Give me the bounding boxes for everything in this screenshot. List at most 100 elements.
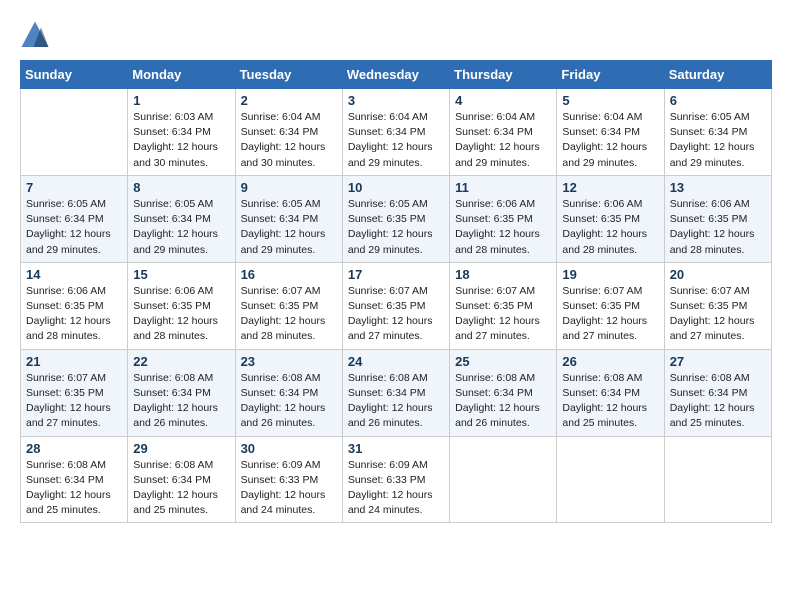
day-number: 31: [348, 441, 444, 456]
day-cell: 22 Sunrise: 6:08 AM Sunset: 6:34 PM Dayli…: [128, 349, 235, 436]
day-number: 9: [241, 180, 337, 195]
day-cell: 28Sunrise: 6:08 AM Sunset: 6:34 PM Dayli…: [21, 436, 128, 523]
day-info: Sunrise: 6:06 AM Sunset: 6:35 PM Dayligh…: [670, 197, 766, 258]
day-info: Sunrise: 6:08 AM Sunset: 6:34 PM Dayligh…: [670, 371, 766, 432]
day-cell: 9 Sunrise: 6:05 AM Sunset: 6:34 PM Daylig…: [235, 175, 342, 262]
day-cell: [664, 436, 771, 523]
day-cell: 15 Sunrise: 6:06 AM Sunset: 6:35 PM Dayli…: [128, 262, 235, 349]
day-number: 15: [133, 267, 229, 282]
day-number: 4: [455, 93, 551, 108]
day-cell: 2Sunrise: 6:04 AM Sunset: 6:34 PM Daylig…: [235, 89, 342, 176]
day-number: 13: [670, 180, 766, 195]
day-cell: [557, 436, 664, 523]
day-cell: 12 Sunrise: 6:06 AM Sunset: 6:35 PM Dayli…: [557, 175, 664, 262]
day-number: 20: [670, 267, 766, 282]
logo: [20, 20, 54, 50]
header-cell-wednesday: Wednesday: [342, 61, 449, 89]
day-cell: 17 Sunrise: 6:07 AM Sunset: 6:35 PM Dayli…: [342, 262, 449, 349]
page-header: [20, 20, 772, 50]
day-cell: 31 Sunrise: 6:09 AM Sunset: 6:33 PM Dayli…: [342, 436, 449, 523]
day-info: Sunrise: 6:05 AM Sunset: 6:34 PM Dayligh…: [670, 110, 766, 171]
day-number: 29: [133, 441, 229, 456]
day-cell: 4 Sunrise: 6:04 AM Sunset: 6:34 PM Daylig…: [450, 89, 557, 176]
day-cell: 25 Sunrise: 6:08 AM Sunset: 6:34 PM Dayli…: [450, 349, 557, 436]
day-info: Sunrise: 6:08 AM Sunset: 6:34 PM Dayligh…: [455, 371, 551, 432]
day-cell: 18 Sunrise: 6:07 AM Sunset: 6:35 PM Dayli…: [450, 262, 557, 349]
day-info: Sunrise: 6:05 AM Sunset: 6:34 PM Dayligh…: [241, 197, 337, 258]
day-cell: 5 Sunrise: 6:04 AM Sunset: 6:34 PM Daylig…: [557, 89, 664, 176]
header-cell-thursday: Thursday: [450, 61, 557, 89]
calendar-header: SundayMondayTuesdayWednesdayThursdayFrid…: [21, 61, 772, 89]
day-number: 26: [562, 354, 658, 369]
day-number: 2: [241, 93, 337, 108]
day-info: Sunrise: 6:04 AM Sunset: 6:34 PM Dayligh…: [562, 110, 658, 171]
day-info: Sunrise: 6:04 AM Sunset: 6:34 PM Dayligh…: [348, 110, 444, 171]
day-info: Sunrise: 6:07 AM Sunset: 6:35 PM Dayligh…: [26, 371, 122, 432]
day-number: 12: [562, 180, 658, 195]
week-row-3: 14 Sunrise: 6:06 AM Sunset: 6:35 PM Dayli…: [21, 262, 772, 349]
day-cell: 1 Sunrise: 6:03 AM Sunset: 6:34 PM Daylig…: [128, 89, 235, 176]
day-info: Sunrise: 6:03 AM Sunset: 6:34 PM Dayligh…: [133, 110, 229, 171]
day-info: Sunrise: 6:05 AM Sunset: 6:34 PM Dayligh…: [26, 197, 122, 258]
day-number: 17: [348, 267, 444, 282]
day-info: Sunrise: 6:07 AM Sunset: 6:35 PM Dayligh…: [348, 284, 444, 345]
day-cell: 7Sunrise: 6:05 AM Sunset: 6:34 PM Daylig…: [21, 175, 128, 262]
day-info: Sunrise: 6:05 AM Sunset: 6:35 PM Dayligh…: [348, 197, 444, 258]
day-cell: 30 Sunrise: 6:09 AM Sunset: 6:33 PM Dayli…: [235, 436, 342, 523]
header-cell-monday: Monday: [128, 61, 235, 89]
day-number: 1: [133, 93, 229, 108]
calendar-body: 1 Sunrise: 6:03 AM Sunset: 6:34 PM Daylig…: [21, 89, 772, 523]
day-number: 19: [562, 267, 658, 282]
day-cell: 29 Sunrise: 6:08 AM Sunset: 6:34 PM Dayli…: [128, 436, 235, 523]
day-number: 27: [670, 354, 766, 369]
day-number: 25: [455, 354, 551, 369]
day-cell: 24Sunrise: 6:08 AM Sunset: 6:34 PM Dayli…: [342, 349, 449, 436]
day-info: Sunrise: 6:04 AM Sunset: 6:34 PM Dayligh…: [455, 110, 551, 171]
day-number: 30: [241, 441, 337, 456]
day-info: Sunrise: 6:07 AM Sunset: 6:35 PM Dayligh…: [455, 284, 551, 345]
day-number: 10: [348, 180, 444, 195]
day-cell: [450, 436, 557, 523]
day-info: Sunrise: 6:08 AM Sunset: 6:34 PM Dayligh…: [241, 371, 337, 432]
week-row-5: 28Sunrise: 6:08 AM Sunset: 6:34 PM Dayli…: [21, 436, 772, 523]
day-number: 22: [133, 354, 229, 369]
header-row: SundayMondayTuesdayWednesdayThursdayFrid…: [21, 61, 772, 89]
day-info: Sunrise: 6:06 AM Sunset: 6:35 PM Dayligh…: [455, 197, 551, 258]
day-number: 18: [455, 267, 551, 282]
day-info: Sunrise: 6:06 AM Sunset: 6:35 PM Dayligh…: [562, 197, 658, 258]
day-number: 14: [26, 267, 122, 282]
day-number: 23: [241, 354, 337, 369]
day-cell: 23 Sunrise: 6:08 AM Sunset: 6:34 PM Dayli…: [235, 349, 342, 436]
day-number: 24: [348, 354, 444, 369]
day-cell: [21, 89, 128, 176]
calendar-table: SundayMondayTuesdayWednesdayThursdayFrid…: [20, 60, 772, 523]
logo-icon: [20, 20, 50, 50]
day-info: Sunrise: 6:07 AM Sunset: 6:35 PM Dayligh…: [562, 284, 658, 345]
day-info: Sunrise: 6:09 AM Sunset: 6:33 PM Dayligh…: [348, 458, 444, 519]
day-info: Sunrise: 6:06 AM Sunset: 6:35 PM Dayligh…: [26, 284, 122, 345]
day-cell: 26 Sunrise: 6:08 AM Sunset: 6:34 PM Dayli…: [557, 349, 664, 436]
week-row-2: 7Sunrise: 6:05 AM Sunset: 6:34 PM Daylig…: [21, 175, 772, 262]
day-cell: 14 Sunrise: 6:06 AM Sunset: 6:35 PM Dayli…: [21, 262, 128, 349]
day-info: Sunrise: 6:08 AM Sunset: 6:34 PM Dayligh…: [133, 371, 229, 432]
day-number: 16: [241, 267, 337, 282]
day-number: 5: [562, 93, 658, 108]
day-cell: 13 Sunrise: 6:06 AM Sunset: 6:35 PM Dayli…: [664, 175, 771, 262]
day-info: Sunrise: 6:08 AM Sunset: 6:34 PM Dayligh…: [133, 458, 229, 519]
day-cell: 6 Sunrise: 6:05 AM Sunset: 6:34 PM Daylig…: [664, 89, 771, 176]
day-info: Sunrise: 6:09 AM Sunset: 6:33 PM Dayligh…: [241, 458, 337, 519]
header-cell-saturday: Saturday: [664, 61, 771, 89]
day-info: Sunrise: 6:07 AM Sunset: 6:35 PM Dayligh…: [241, 284, 337, 345]
day-info: Sunrise: 6:06 AM Sunset: 6:35 PM Dayligh…: [133, 284, 229, 345]
day-cell: 20 Sunrise: 6:07 AM Sunset: 6:35 PM Dayli…: [664, 262, 771, 349]
day-number: 3: [348, 93, 444, 108]
week-row-4: 21Sunrise: 6:07 AM Sunset: 6:35 PM Dayli…: [21, 349, 772, 436]
day-cell: 3 Sunrise: 6:04 AM Sunset: 6:34 PM Daylig…: [342, 89, 449, 176]
week-row-1: 1 Sunrise: 6:03 AM Sunset: 6:34 PM Daylig…: [21, 89, 772, 176]
day-cell: 10 Sunrise: 6:05 AM Sunset: 6:35 PM Dayli…: [342, 175, 449, 262]
header-cell-tuesday: Tuesday: [235, 61, 342, 89]
day-info: Sunrise: 6:08 AM Sunset: 6:34 PM Dayligh…: [562, 371, 658, 432]
day-cell: 19 Sunrise: 6:07 AM Sunset: 6:35 PM Dayli…: [557, 262, 664, 349]
day-number: 6: [670, 93, 766, 108]
day-info: Sunrise: 6:07 AM Sunset: 6:35 PM Dayligh…: [670, 284, 766, 345]
